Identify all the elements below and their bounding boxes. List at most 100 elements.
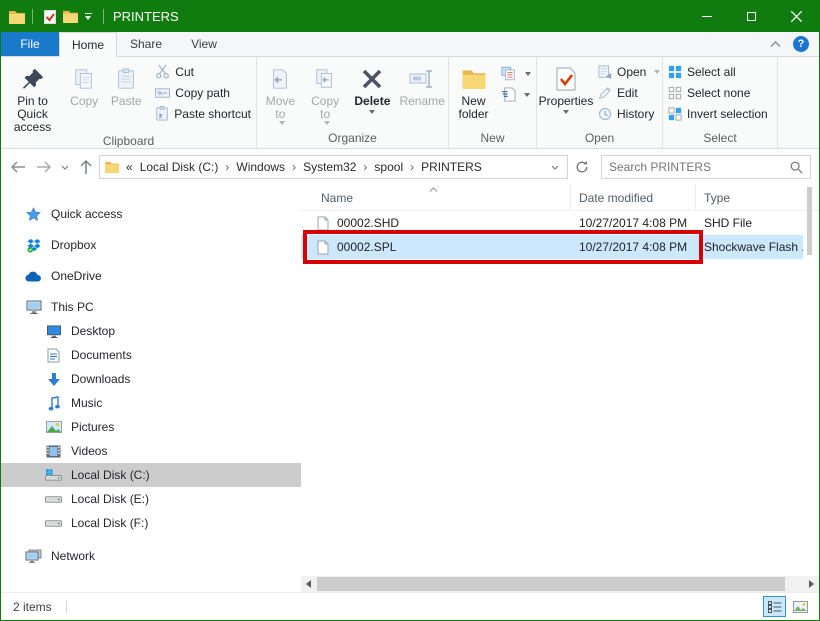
pin-to-quick-access-button[interactable]: Pin to Quick access: [2, 58, 63, 134]
sidebar-label: Pictures: [71, 420, 114, 434]
tab-file[interactable]: File: [1, 32, 59, 56]
new-item-button[interactable]: [497, 63, 535, 84]
sidebar-item-local-disk-e[interactable]: Local Disk (E:): [1, 487, 301, 511]
details-view-button[interactable]: [763, 596, 786, 617]
recent-locations-dropdown[interactable]: [57, 154, 72, 180]
scroll-left-button[interactable]: [301, 576, 316, 592]
sidebar-label: Local Disk (E:): [71, 492, 149, 506]
refresh-button[interactable]: [569, 154, 594, 180]
breadcrumb-prefix: «: [122, 160, 135, 174]
breadcrumb-separator: ›: [408, 160, 416, 174]
copy-to-button[interactable]: Copy to: [303, 58, 348, 131]
vertical-scrollbar-thumb[interactable]: [807, 187, 812, 255]
new-folder-button[interactable]: New folder: [450, 58, 497, 131]
titlebar-separator: [103, 9, 104, 24]
sidebar-label: Local Disk (F:): [71, 516, 148, 530]
cut-button[interactable]: Cut: [151, 61, 255, 82]
rename-button[interactable]: Rename: [397, 58, 447, 131]
sidebar-label: OneDrive: [51, 269, 102, 283]
sidebar-item-this-pc[interactable]: This PC: [1, 295, 301, 319]
select-all-button[interactable]: Select all: [664, 61, 776, 82]
qat-new-folder-button[interactable]: [60, 6, 80, 28]
document-icon: [45, 348, 62, 363]
file-icon: [317, 240, 329, 255]
help-button[interactable]: ?: [793, 36, 809, 52]
tab-home[interactable]: Home: [59, 32, 117, 57]
sidebar-item-pictures[interactable]: Pictures: [1, 415, 301, 439]
horizontal-scrollbar-thumb[interactable]: [317, 577, 785, 591]
video-icon: [45, 445, 62, 458]
window-title: PRINTERS: [113, 9, 179, 24]
sidebar-item-music[interactable]: Music: [1, 391, 301, 415]
edit-icon: [598, 86, 612, 100]
move-to-button[interactable]: Move to: [258, 58, 303, 131]
address-bar[interactable]: « Local Disk (C:) › Windows › System32 ›…: [99, 155, 568, 179]
sidebar-label: Downloads: [71, 372, 130, 386]
forward-button[interactable]: [31, 154, 56, 180]
large-icons-view-button[interactable]: [789, 596, 812, 617]
file-row-00002-spl[interactable]: 00002.SPL 10/27/2017 4:08 PM Shockwave F…: [301, 235, 803, 259]
tab-view[interactable]: View: [175, 32, 233, 56]
sidebar-item-desktop[interactable]: Desktop: [1, 319, 301, 343]
tab-share[interactable]: Share: [117, 32, 175, 56]
address-dropdown[interactable]: [545, 165, 565, 170]
sidebar-item-local-disk-c[interactable]: Local Disk (C:): [1, 463, 301, 487]
edit-button[interactable]: Edit: [594, 82, 664, 103]
move-to-icon: [269, 62, 291, 95]
breadcrumb-item[interactable]: Local Disk (C:): [135, 160, 224, 174]
details-view-icon: [768, 601, 782, 613]
paste-button-label: Paste: [111, 95, 142, 108]
history-button[interactable]: History: [594, 103, 664, 124]
file-row-00002-shd[interactable]: 00002.SHD 10/27/2017 4:08 PM SHD File: [301, 211, 803, 235]
copy-button[interactable]: Copy: [63, 58, 105, 134]
breadcrumb-item[interactable]: Windows: [231, 160, 290, 174]
music-note-icon: [45, 396, 62, 411]
scroll-right-button[interactable]: [804, 576, 819, 592]
column-header-type[interactable]: Type: [696, 185, 819, 210]
minimize-button[interactable]: [684, 1, 729, 32]
open-button[interactable]: Open: [594, 61, 664, 82]
paste-shortcut-button[interactable]: Paste shortcut: [151, 103, 255, 124]
properties-button[interactable]: Properties: [538, 58, 594, 131]
easy-access-button[interactable]: [497, 84, 535, 105]
network-icon: [25, 549, 42, 563]
sidebar-item-dropbox[interactable]: Dropbox: [1, 233, 301, 257]
maximize-button[interactable]: [729, 1, 774, 32]
qat-properties-button[interactable]: [40, 6, 60, 28]
select-all-label: Select all: [687, 65, 736, 79]
close-button[interactable]: [774, 1, 819, 32]
invert-selection-button[interactable]: Invert selection: [664, 103, 776, 124]
column-header-date-modified[interactable]: Date modified: [571, 185, 696, 210]
search-input[interactable]: [609, 160, 790, 174]
horizontal-scrollbar[interactable]: [301, 576, 819, 592]
horizontal-scrollbar-row: [1, 576, 819, 592]
sidebar-item-local-disk-f[interactable]: Local Disk (F:): [1, 511, 301, 535]
move-to-label: Move to: [260, 95, 301, 121]
sidebar-item-videos[interactable]: Videos: [1, 439, 301, 463]
qat-customize-dropdown[interactable]: [80, 6, 96, 28]
desktop-icon: [45, 325, 62, 338]
sidebar-item-downloads[interactable]: Downloads: [1, 367, 301, 391]
main-area: Quick access Dropbox OneDrive This PC: [1, 185, 819, 576]
new-item-icon: [501, 66, 517, 81]
download-arrow-icon: [45, 372, 62, 387]
breadcrumb-item[interactable]: spool: [369, 160, 408, 174]
breadcrumb-item[interactable]: System32: [298, 160, 361, 174]
breadcrumb-item[interactable]: PRINTERS: [416, 160, 487, 174]
select-group-label: Select: [664, 131, 776, 148]
search-box[interactable]: [601, 155, 811, 179]
sidebar-item-network[interactable]: Network: [1, 544, 301, 568]
collapse-ribbon-button[interactable]: [770, 41, 781, 48]
paste-shortcut-icon: [155, 106, 169, 121]
copy-path-button[interactable]: Copy path: [151, 82, 255, 103]
paste-button[interactable]: Paste: [105, 58, 147, 134]
delete-button[interactable]: Delete: [348, 58, 398, 131]
pin-button-label: Pin to Quick access: [4, 95, 61, 134]
sidebar-item-documents[interactable]: Documents: [1, 343, 301, 367]
back-button[interactable]: [5, 154, 30, 180]
up-button[interactable]: [73, 154, 98, 180]
sidebar-item-quick-access[interactable]: Quick access: [1, 202, 301, 226]
titlebar-separator: [32, 9, 33, 24]
sidebar-item-onedrive[interactable]: OneDrive: [1, 264, 301, 288]
select-none-button[interactable]: Select none: [664, 82, 776, 103]
